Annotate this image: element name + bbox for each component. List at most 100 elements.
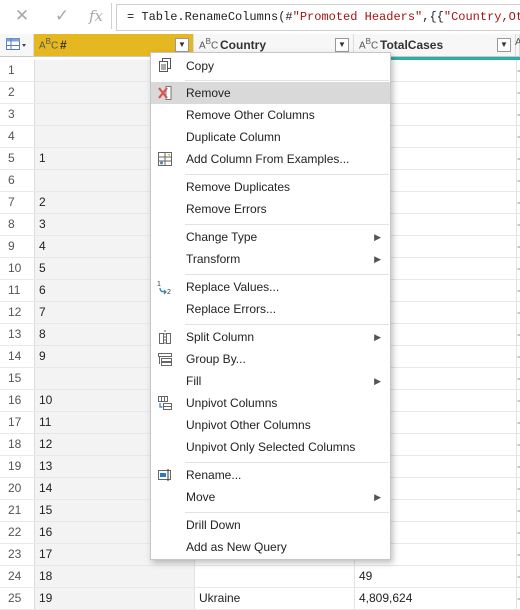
close-icon[interactable]: ✕ — [8, 5, 36, 27]
cell-next[interactable]: - — [516, 324, 520, 345]
cell-next[interactable]: - — [516, 390, 520, 411]
cell-next[interactable]: - — [516, 368, 520, 389]
column-header-label: TotalCases — [380, 38, 444, 52]
menu-item-remove-duplicates[interactable]: Remove Duplicates — [151, 176, 390, 198]
menu-item-change-type[interactable]: Change Type ▶ — [151, 226, 390, 248]
row-number: 19 — [0, 456, 34, 477]
row-number: 8 — [0, 214, 34, 235]
menu-item-unpivot-only-selected-columns[interactable]: Unpivot Only Selected Columns — [151, 436, 390, 458]
cell-number[interactable]: 18 — [34, 566, 194, 587]
table-row[interactable]: 2519Ukraine4,809,624- — [0, 588, 520, 610]
formula-bar-divider — [111, 3, 112, 29]
formula-input[interactable]: = Table.RenameColumns(#"Promoted Headers… — [116, 4, 520, 31]
menu-separator — [185, 512, 389, 513]
cell-next[interactable]: - — [516, 236, 520, 257]
menu-item-label: Group By... — [186, 352, 246, 366]
cell-next[interactable]: - — [516, 434, 520, 455]
formula-bar: ✕ ✓ fx = Table.RenameColumns(#"Promoted … — [0, 0, 520, 35]
menu-item-add-as-new-query[interactable]: Add as New Query — [151, 536, 390, 558]
fx-icon[interactable]: fx — [82, 5, 110, 27]
cell-totalcases[interactable]: 49 — [354, 566, 516, 587]
chevron-down-icon[interactable]: ▼ — [335, 38, 349, 52]
menu-item-transform[interactable]: Transform ▶ — [151, 248, 390, 270]
menu-separator — [185, 324, 389, 325]
menu-item-drill-down[interactable]: Drill Down — [151, 514, 390, 536]
menu-item-add-column-from-examples[interactable]: Add Column From Examples... — [151, 148, 390, 170]
row-number: 24 — [0, 566, 34, 587]
menu-item-remove-other-columns[interactable]: Remove Other Columns — [151, 104, 390, 126]
cell-next[interactable]: - — [516, 214, 520, 235]
cell-country[interactable] — [194, 566, 354, 587]
cell-next[interactable]: - — [516, 500, 520, 521]
row-number: 14 — [0, 346, 34, 367]
cell-next[interactable]: - — [516, 126, 520, 147]
column-from-examples-icon — [157, 151, 173, 167]
cell-next[interactable]: - — [516, 258, 520, 279]
menu-item-group-by[interactable]: Group By... — [151, 348, 390, 370]
replace-values-icon: 12 — [157, 279, 173, 296]
menu-item-label: Replace Errors... — [186, 302, 277, 316]
text-type-icon[interactable]: A — [515, 37, 520, 48]
cell-next[interactable]: - — [516, 104, 520, 125]
cell-next[interactable]: - — [516, 170, 520, 191]
column-header-next[interactable]: A — [515, 34, 520, 57]
cell-next[interactable]: - — [516, 148, 520, 169]
cell-next[interactable]: - — [516, 588, 520, 609]
row-number: 1 — [0, 60, 34, 81]
cell-next[interactable]: - — [516, 302, 520, 323]
svg-text:2: 2 — [167, 289, 171, 295]
cell-next[interactable]: - — [516, 544, 520, 565]
menu-item-remove[interactable]: Remove — [151, 82, 390, 104]
cell-next[interactable]: - — [516, 82, 520, 103]
menu-item-label: Move — [186, 490, 216, 504]
cell-country[interactable]: Ukraine — [194, 588, 354, 609]
menu-item-replace-values[interactable]: 1 2 Replace Values... — [151, 276, 390, 298]
menu-item-duplicate-column[interactable]: Duplicate Column — [151, 126, 390, 148]
submenu-arrow-icon: ▶ — [374, 254, 381, 264]
menu-item-remove-errors[interactable]: Remove Errors — [151, 198, 390, 220]
menu-item-split-column[interactable]: Split Column ▶ — [151, 326, 390, 348]
cell-next[interactable]: - — [516, 478, 520, 499]
menu-item-unpivot-other-columns[interactable]: Unpivot Other Columns — [151, 414, 390, 436]
row-number: 17 — [0, 412, 34, 433]
chevron-down-icon[interactable]: ▼ — [175, 38, 189, 52]
menu-item-move[interactable]: Move ▶ — [151, 486, 390, 508]
menu-item-label: Unpivot Columns — [186, 396, 278, 410]
row-number: 4 — [0, 126, 34, 147]
cell-next[interactable]: - — [516, 192, 520, 213]
unpivot-icon — [157, 395, 173, 411]
row-number: 5 — [0, 148, 34, 169]
chevron-down-icon[interactable]: ▼ — [497, 38, 511, 52]
formula-string-1: "Promoted Headers" — [292, 10, 423, 24]
cell-next[interactable]: - — [516, 60, 520, 81]
cell-totalcases[interactable]: 4,809,624 — [354, 588, 516, 609]
cell-next[interactable]: - — [516, 346, 520, 367]
row-number: 6 — [0, 170, 34, 191]
cell-next[interactable]: - — [516, 456, 520, 477]
copy-icon — [157, 58, 173, 74]
menu-separator — [185, 462, 389, 463]
text-type-icon[interactable]: ABC — [359, 37, 378, 51]
text-type-icon[interactable]: ABC — [39, 37, 58, 51]
menu-item-label: Split Column — [186, 330, 255, 344]
text-type-icon[interactable]: ABC — [199, 37, 218, 51]
menu-item-copy[interactable]: Copy — [151, 55, 390, 77]
formula-mid: ,{{ — [422, 10, 444, 24]
cell-next[interactable]: - — [516, 522, 520, 543]
menu-item-replace-errors[interactable]: Replace Errors... — [151, 298, 390, 320]
cell-next[interactable]: - — [516, 280, 520, 301]
menu-item-fill[interactable]: Fill ▶ — [151, 370, 390, 392]
submenu-arrow-icon: ▶ — [374, 492, 381, 502]
split-column-icon — [157, 329, 173, 345]
rename-icon — [157, 467, 173, 483]
cell-next[interactable]: - — [516, 566, 520, 587]
table-row[interactable]: 2418 49- — [0, 566, 520, 588]
group-by-icon — [157, 351, 173, 367]
cell-next[interactable]: - — [516, 412, 520, 433]
check-icon[interactable]: ✓ — [48, 5, 76, 27]
cell-number[interactable]: 19 — [34, 588, 194, 609]
menu-item-rename[interactable]: Rename... — [151, 464, 390, 486]
table-menu-button[interactable] — [0, 34, 34, 57]
menu-item-label: Unpivot Only Selected Columns — [186, 440, 356, 454]
menu-item-unpivot-columns[interactable]: Unpivot Columns — [151, 392, 390, 414]
